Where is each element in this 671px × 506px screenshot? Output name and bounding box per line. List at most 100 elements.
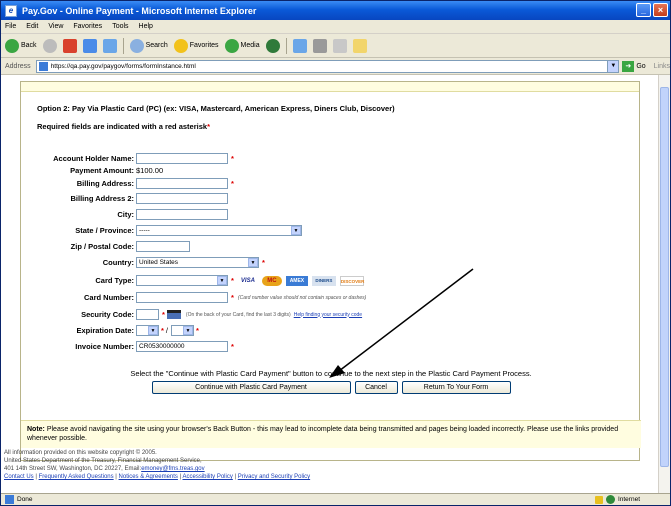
- row-state: State / Province: ----- ▼: [21, 225, 302, 236]
- star-icon: [173, 38, 188, 53]
- chevron-down-icon: ▼: [217, 276, 227, 285]
- address-url: https://qa.pay.gov/paygov/forms/formInst…: [50, 62, 196, 70]
- media-button[interactable]: Media: [224, 38, 260, 53]
- address-dropdown-icon[interactable]: ▼: [607, 60, 619, 72]
- go-label: Go: [636, 62, 646, 70]
- billing-address-input[interactable]: [136, 178, 228, 189]
- state-label: State / Province:: [75, 226, 134, 235]
- invoice-input[interactable]: CR0530000000: [136, 341, 228, 352]
- country-select[interactable]: United States ▼: [136, 257, 259, 268]
- zip-input[interactable]: [136, 241, 190, 252]
- page-content: Option 2: Pay Via Plastic Card (PC) (ex:…: [1, 75, 659, 494]
- vertical-scrollbar[interactable]: [658, 75, 670, 494]
- return-to-form-button[interactable]: Return To Your Form: [401, 381, 511, 394]
- security-code-label: Security Code:: [81, 310, 134, 319]
- page-done-icon: [5, 495, 14, 504]
- back-label: Back: [21, 42, 37, 49]
- card-type-select[interactable]: ▼: [136, 275, 228, 286]
- go-arrow-icon: ➜: [622, 60, 635, 72]
- media-icon: [224, 38, 239, 53]
- required-star: *: [231, 293, 234, 302]
- account-holder-input[interactable]: [136, 153, 228, 164]
- minimize-button[interactable]: _: [636, 3, 651, 17]
- contact-us-link[interactable]: Contact Us: [4, 474, 34, 480]
- billing-address2-input[interactable]: [136, 193, 228, 204]
- browser-window: e Pay.Gov - Online Payment - Microsoft I…: [0, 0, 671, 506]
- footer-department: United States Department of the Treasury…: [4, 458, 202, 464]
- payment-amount-value: $100.00: [136, 166, 164, 175]
- account-holder-label: Account Holder Name:: [53, 154, 134, 163]
- window-title: Pay.Gov - Online Payment - Microsoft Int…: [22, 5, 257, 16]
- required-star: *: [262, 258, 265, 267]
- chevron-down-icon: ▼: [148, 326, 158, 335]
- back-arrow-icon: [5, 38, 19, 53]
- home-icon[interactable]: [102, 38, 117, 53]
- required-star: *: [231, 276, 234, 285]
- menu-help[interactable]: Help: [139, 23, 153, 30]
- history-icon[interactable]: [265, 38, 280, 53]
- card-type-label: Card Type:: [95, 276, 134, 285]
- security-code-input[interactable]: [136, 309, 159, 320]
- accessibility-link[interactable]: Accessibility Policy: [182, 474, 232, 480]
- payment-panel: Option 2: Pay Via Plastic Card (PC) (ex:…: [20, 81, 641, 461]
- chevron-down-icon: ▼: [183, 326, 194, 335]
- required-star: *: [231, 342, 234, 351]
- go-button[interactable]: ➜ Go: [622, 60, 646, 72]
- expiration-month-select[interactable]: ▼: [136, 325, 159, 336]
- required-star: *: [207, 122, 210, 131]
- search-button[interactable]: Search: [129, 38, 168, 53]
- card-number-label: Card Number:: [83, 293, 134, 302]
- address-input[interactable]: https://qa.pay.gov/paygov/forms/formInst…: [35, 59, 620, 73]
- billing-address2-label: Billing Address 2:: [70, 194, 134, 203]
- favorites-button[interactable]: Favorites: [173, 38, 219, 53]
- print-icon[interactable]: [312, 38, 327, 53]
- menu-view[interactable]: View: [48, 23, 63, 30]
- edit-icon[interactable]: [332, 38, 347, 53]
- card-back-icon: [166, 310, 181, 319]
- refresh-icon[interactable]: [82, 38, 97, 53]
- privacy-link[interactable]: Privacy and Security Policy: [238, 474, 310, 480]
- folder-icon[interactable]: [352, 38, 367, 53]
- state-select[interactable]: ----- ▼: [136, 225, 302, 236]
- note-text: Please avoid navigating the site using y…: [27, 426, 619, 442]
- row-country: Country: United States ▼ *: [21, 257, 265, 268]
- card-number-input[interactable]: [136, 292, 228, 303]
- mail-icon[interactable]: [292, 38, 307, 53]
- cancel-button[interactable]: Cancel: [354, 381, 398, 394]
- menu-favorites[interactable]: Favorites: [73, 23, 102, 30]
- expiration-year-select[interactable]: ▼: [171, 325, 195, 336]
- favorites-label: Favorites: [189, 42, 219, 49]
- back-button[interactable]: Back: [5, 38, 37, 53]
- continue-plastic-card-button[interactable]: Continue with Plastic Card Payment: [151, 381, 351, 394]
- notices-link[interactable]: Notices & Agreements: [119, 474, 178, 480]
- security-code-help-link[interactable]: Help finding your security code: [294, 312, 362, 318]
- stop-icon[interactable]: [62, 38, 77, 53]
- media-label: Media: [240, 42, 260, 49]
- title-bar: e Pay.Gov - Online Payment - Microsoft I…: [1, 1, 670, 20]
- zone-label: Internet: [617, 496, 640, 503]
- note-label: Note:: [27, 426, 45, 433]
- section-title: Option 2: Pay Via Plastic Card (PC) (ex:…: [37, 104, 395, 113]
- forward-arrow-icon[interactable]: [42, 38, 57, 53]
- menu-tools[interactable]: Tools: [112, 23, 128, 30]
- billing-address-label: Billing Address:: [76, 179, 134, 188]
- diners-logo: DINERS: [311, 275, 336, 286]
- footer-address: 401 14th Street SW, Washington, DC 20227…: [4, 465, 310, 473]
- instruction-text: Select the "Continue with Plastic Card P…: [130, 369, 532, 378]
- required-star: *: [196, 326, 199, 335]
- zip-label: Zip / Postal Code:: [70, 242, 134, 251]
- footer-email-link[interactable]: emoney@fms.treas.gov: [141, 466, 204, 472]
- note-box: Note: Please avoid navigating the site u…: [21, 420, 641, 448]
- country-value: United States: [139, 259, 179, 266]
- scrollbar-thumb[interactable]: [660, 87, 669, 467]
- footer: All information provided on this website…: [4, 449, 310, 481]
- discover-logo: DISCOVER: [339, 275, 364, 286]
- links-toolbar[interactable]: Links: [654, 63, 670, 70]
- city-input[interactable]: [136, 209, 228, 220]
- close-button[interactable]: ×: [653, 3, 668, 17]
- faq-link[interactable]: Frequently Asked Questions: [39, 474, 114, 480]
- security-zone: Internet: [594, 495, 640, 504]
- row-security-code: Security Code: * (On the back of your Ca…: [21, 309, 362, 320]
- menu-edit[interactable]: Edit: [26, 23, 38, 30]
- menu-file[interactable]: File: [5, 23, 16, 30]
